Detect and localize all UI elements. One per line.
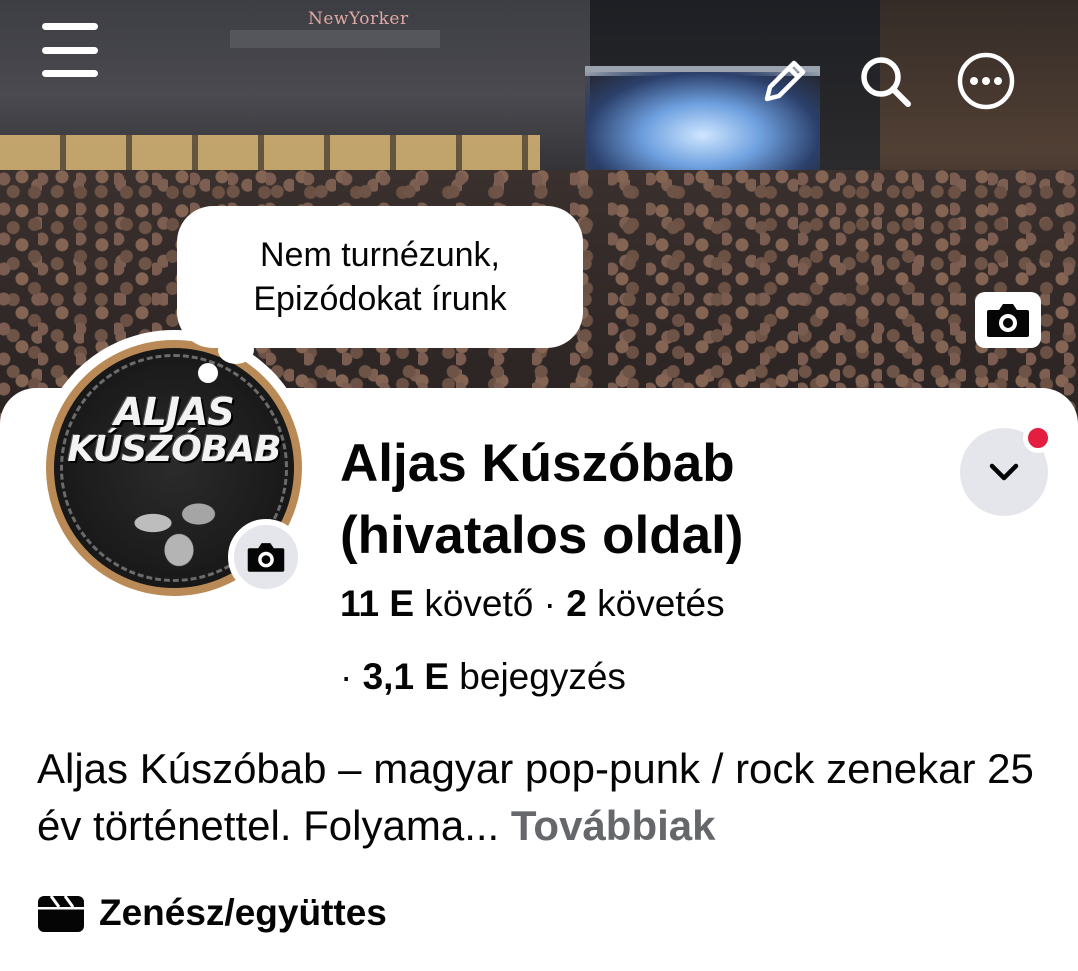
stats-separator: · <box>340 656 353 697</box>
cover-building-roof <box>230 30 440 48</box>
profile-note-line1: Nem turnézunk, <box>260 235 500 274</box>
page-title-line2: (hivatalos oldal) <box>340 506 744 565</box>
page-title-line1: Aljas Kúszóbab <box>340 434 735 493</box>
following-label[interactable]: követés <box>597 583 725 624</box>
profile-note-bubble[interactable]: Nem turnézunk, Epizódokat írunk <box>177 206 583 348</box>
avatar-logo: ALJAS KÚSZÓBAB <box>54 393 294 468</box>
following-count[interactable]: 2 <box>566 583 587 624</box>
cover-sign-text: NewYorker <box>308 9 409 29</box>
camera-icon <box>247 543 285 572</box>
stats-separator: · <box>543 583 556 624</box>
chevron-down-icon <box>989 463 1019 481</box>
profile-stats-row1: 11 E követő · 2 követés <box>340 583 725 625</box>
more-icon[interactable] <box>955 50 1017 112</box>
profile-category[interactable]: Zenész/együttes <box>37 892 387 934</box>
followers-label[interactable]: követő <box>424 583 533 624</box>
menu-icon[interactable] <box>38 20 102 80</box>
posts-label: bejegyzés <box>459 656 626 697</box>
avatar-doodle <box>114 478 244 568</box>
page-title: Aljas Kúszóbab (hivatalos oldal) <box>340 428 940 572</box>
profile-note-line2: Epizódokat írunk <box>253 280 507 318</box>
pencil-icon[interactable] <box>756 52 814 110</box>
posts-count: 3,1 E <box>362 656 450 697</box>
camera-icon <box>987 304 1029 337</box>
cover-camera-button[interactable] <box>975 292 1041 348</box>
avatar-camera-button[interactable] <box>228 519 304 595</box>
bubble-tail-small <box>198 363 218 383</box>
avatar-logo-line2: KÚSZÓBAB <box>67 428 281 470</box>
profile-stats-row2: · 3,1 E bejegyzés <box>340 656 626 698</box>
clapperboard-icon <box>38 895 84 932</box>
avatar-logo-line1: ALJAS <box>114 390 235 434</box>
category-label: Zenész/együttes <box>99 892 387 933</box>
notification-dot <box>1023 423 1053 453</box>
profile-bio: Aljas Kúszóbab – magyar pop-punk / rock … <box>37 740 1057 854</box>
search-icon[interactable] <box>856 52 916 112</box>
bio-see-more-link[interactable]: Továbbiak <box>511 802 716 849</box>
followers-count[interactable]: 11 E <box>340 583 414 624</box>
bubble-tail-large <box>218 336 254 364</box>
